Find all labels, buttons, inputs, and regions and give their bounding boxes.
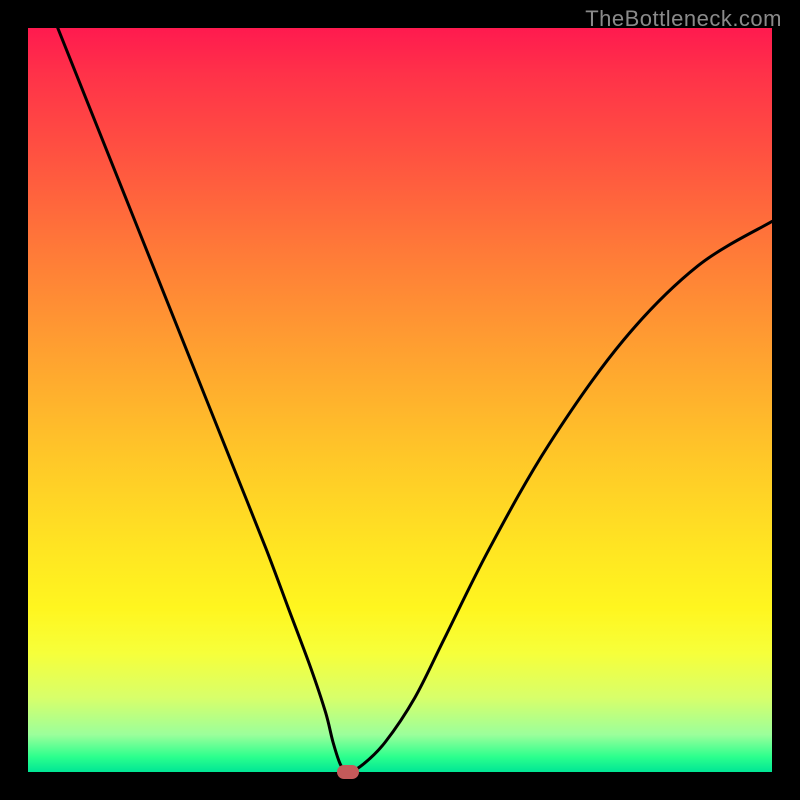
bottleneck-curve <box>28 28 772 772</box>
optimal-point-marker <box>337 765 359 779</box>
plot-area <box>28 28 772 772</box>
chart-frame: TheBottleneck.com <box>0 0 800 800</box>
watermark-text: TheBottleneck.com <box>585 6 782 32</box>
